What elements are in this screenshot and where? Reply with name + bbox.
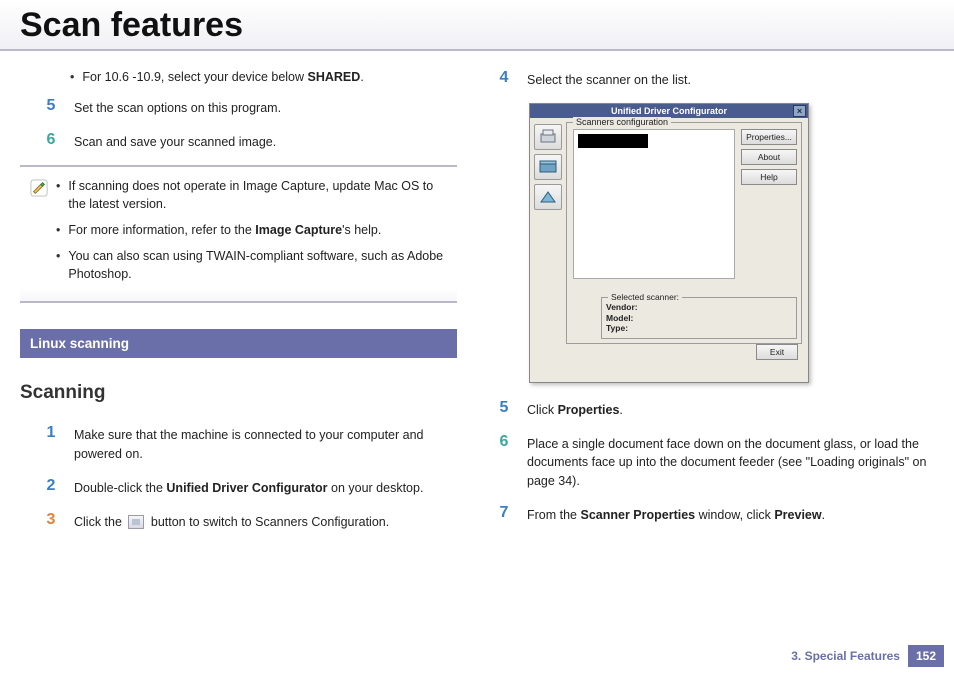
- page-number: 152: [908, 645, 944, 667]
- linux-step-7: 7 From the Scanner Properties window, cl…: [497, 504, 934, 524]
- text-mid: window, click: [695, 508, 774, 522]
- subheading-scanning: Scanning: [20, 382, 457, 404]
- step-text: Scan and save your scanned image.: [74, 131, 457, 151]
- step-text: Click the button to switch to Scanners C…: [74, 511, 457, 531]
- text-pre: Click: [527, 403, 558, 417]
- linux-step-4: 4 Select the scanner on the list.: [497, 69, 934, 89]
- step-number: 5: [44, 97, 58, 115]
- text-post: 's help.: [342, 223, 381, 237]
- step-6: 6 Scan and save your scanned image.: [44, 131, 457, 151]
- step-text: From the Scanner Properties window, clic…: [527, 504, 934, 524]
- step-number: 6: [497, 433, 511, 451]
- linux-step-3: 3 Click the button to switch to Scanners…: [44, 511, 457, 531]
- text-pre: For more information, refer to the: [68, 223, 255, 237]
- note-pencil-icon: [24, 177, 46, 292]
- text: You can also scan using TWAIN-compliant …: [68, 247, 453, 283]
- about-button[interactable]: About: [741, 149, 797, 165]
- step-number: 2: [44, 477, 58, 495]
- step-text: Click Properties.: [527, 399, 934, 419]
- step-5: 5 Set the scan options on this program.: [44, 97, 457, 117]
- text-pre: Double-click the: [74, 481, 166, 495]
- text-post: button to switch to Scanners Configurati…: [147, 515, 389, 529]
- window-title-text: Unified Driver Configurator: [611, 106, 727, 116]
- mac-shared-bullet: • For 10.6 -10.9, select your device bel…: [70, 69, 457, 87]
- linux-step-1: 1 Make sure that the machine is connecte…: [44, 424, 457, 462]
- text-bold: Image Capture: [255, 223, 342, 237]
- window-titlebar: Unified Driver Configurator ×: [530, 104, 808, 118]
- page-title: Scan features: [0, 0, 954, 51]
- text: For more information, refer to the Image…: [68, 221, 381, 239]
- text: For 10.6 -10.9, select your device below…: [82, 69, 363, 87]
- section-bar-linux: Linux scanning: [20, 329, 457, 358]
- text-pre: For 10.6 -10.9, select your device below: [82, 70, 307, 84]
- selected-scanner-fieldset: Selected scanner: Vendor: Model: Type:: [601, 297, 797, 339]
- help-button[interactable]: Help: [741, 169, 797, 185]
- step-number: 1: [44, 424, 58, 442]
- text-pre: Click the: [74, 515, 125, 529]
- scanner-list-item-selected[interactable]: [578, 134, 648, 148]
- bullet-dot-icon: •: [56, 247, 60, 283]
- bullet-dot-icon: •: [56, 177, 60, 213]
- step-number: 4: [497, 69, 511, 87]
- step-text: Place a single document face down on the…: [527, 433, 934, 489]
- step-text: Set the scan options on this program.: [74, 97, 457, 117]
- selected-scanner-legend: Selected scanner:: [608, 292, 682, 302]
- step-text: Make sure that the machine is connected …: [74, 424, 457, 462]
- configurator-window: Unified Driver Configurator ×: [529, 103, 809, 383]
- linux-step-6: 6 Place a single document face down on t…: [497, 433, 934, 489]
- selected-model-label: Model:: [606, 313, 792, 324]
- page-footer: 3. Special Features 152: [791, 645, 944, 667]
- properties-button[interactable]: Properties...: [741, 129, 797, 145]
- step-number: 3: [44, 511, 58, 529]
- text-bold2: Preview: [774, 508, 821, 522]
- linux-step-2: 2 Double-click the Unified Driver Config…: [44, 477, 457, 497]
- text: If scanning does not operate in Image Ca…: [68, 177, 453, 213]
- scanner-list[interactable]: [573, 129, 735, 279]
- scanners-tab-button[interactable]: [534, 154, 562, 180]
- text-bold1: Scanner Properties: [581, 508, 696, 522]
- ports-tab-button[interactable]: [534, 184, 562, 210]
- text-bold: Unified Driver Configurator: [166, 481, 327, 495]
- text-bold: SHARED: [308, 70, 361, 84]
- selected-type-label: Type:: [606, 323, 792, 334]
- selected-vendor-label: Vendor:: [606, 302, 792, 313]
- exit-button[interactable]: Exit: [756, 344, 798, 360]
- step-number: 7: [497, 504, 511, 522]
- text-post: .: [619, 403, 622, 417]
- text-post: on your desktop.: [328, 481, 424, 495]
- bullet-dot-icon: •: [70, 69, 74, 87]
- scanners-tab-icon: [128, 515, 144, 529]
- linux-step-5: 5 Click Properties.: [497, 399, 934, 419]
- step-text: Select the scanner on the list.: [527, 69, 934, 89]
- bullet-dot-icon: •: [56, 221, 60, 239]
- note-line-2: • For more information, refer to the Ima…: [56, 221, 453, 239]
- chapter-label: 3. Special Features: [791, 649, 900, 663]
- printers-tab-button[interactable]: [534, 124, 562, 150]
- text-post: .: [822, 508, 825, 522]
- text-bold: Properties: [558, 403, 620, 417]
- right-column: 4 Select the scanner on the list. Unifie…: [497, 69, 934, 545]
- step-text: Double-click the Unified Driver Configur…: [74, 477, 457, 497]
- fieldset-legend: Scanners configuration: [573, 117, 671, 127]
- step-number: 5: [497, 399, 511, 417]
- note-line-1: • If scanning does not operate in Image …: [56, 177, 453, 213]
- text-pre: From the: [527, 508, 581, 522]
- note-box: • If scanning does not operate in Image …: [20, 165, 457, 304]
- left-column: • For 10.6 -10.9, select your device bel…: [20, 69, 457, 545]
- text-post: .: [360, 70, 363, 84]
- window-close-button[interactable]: ×: [793, 105, 806, 117]
- step-number: 6: [44, 131, 58, 149]
- note-line-3: • You can also scan using TWAIN-complian…: [56, 247, 453, 283]
